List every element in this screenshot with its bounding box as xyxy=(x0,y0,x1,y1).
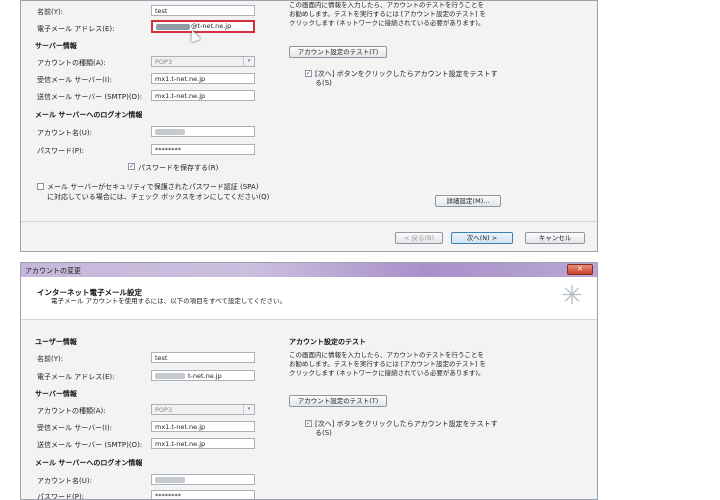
email-label: 電子メール アドレス(E): xyxy=(37,25,115,33)
divider xyxy=(21,221,597,222)
incoming-server-label: 受信メール サーバー(I): xyxy=(37,424,113,432)
test-description-line1: この画面内に情報を入力したら、アカウントのテストを行うことを xyxy=(289,1,484,9)
spa-label-line1: メール サーバーがセキュリティで保護されたパスワード認証 (SPA) xyxy=(47,183,259,191)
incoming-server-label: 受信メール サーバー(I): xyxy=(37,76,113,84)
incoming-server-input[interactable]: mx1.t-net.ne.jp xyxy=(151,73,255,84)
account-type-label: アカウントの種類(A): xyxy=(37,407,106,415)
name-input[interactable]: test xyxy=(151,352,255,363)
account-name-label: アカウント名(U): xyxy=(37,129,92,137)
account-type-value: POP3 xyxy=(155,58,173,66)
cancel-button[interactable]: キャンセル xyxy=(525,232,585,244)
password-label: パスワード(P): xyxy=(37,493,85,500)
account-type-select: POP3 ▾ xyxy=(151,404,255,415)
test-description-line3: クリックします (ネットワークに接続されている必要があります)。 xyxy=(289,369,485,377)
close-button[interactable]: ✕ xyxy=(567,264,593,275)
email-input-highlighted[interactable]: @t-net.ne.jp xyxy=(151,20,255,33)
outgoing-server-input[interactable]: mx1.t-net.ne.jp xyxy=(151,438,255,449)
test-description-line1: この画面内に情報を入力したら、アカウントのテストを行うことを xyxy=(289,351,484,359)
account-name-input[interactable] xyxy=(151,126,255,137)
test-on-next-checkbox[interactable]: ✓ xyxy=(305,70,312,77)
test-description-line3: クリックします (ネットワークに接続されている必要があります)。 xyxy=(289,19,485,27)
incoming-server-input[interactable]: mx1.t-net.ne.jp xyxy=(151,421,255,432)
test-on-next-checkbox[interactable]: ✓ xyxy=(305,420,312,427)
email-label: 電子メール アドレス(E): xyxy=(37,373,115,381)
test-on-next-label-line2: る(S) xyxy=(315,79,332,87)
test-on-next-label-line1: [次へ] ボタンをクリックしたらアカウント設定をテストす xyxy=(315,70,498,78)
wizard-icon: ✳ xyxy=(561,281,583,311)
test-description-line2: お勧めします。テストを実行するには [アカウント設定のテスト] を xyxy=(289,10,487,18)
password-input[interactable]: ******** xyxy=(151,144,255,155)
more-settings-button[interactable]: 詳細設定(M)... xyxy=(435,195,501,207)
test-on-next-label-line1: [次へ] ボタンをクリックしたらアカウント設定をテストす xyxy=(315,420,498,428)
name-label: 名前(Y): xyxy=(37,8,64,16)
chevron-down-icon: ▾ xyxy=(243,57,254,66)
back-button[interactable]: < 戻る(B) xyxy=(395,232,443,244)
next-button[interactable]: 次へ(N) > xyxy=(451,232,513,244)
test-settings-heading: アカウント設定のテスト xyxy=(289,338,366,346)
password-input[interactable]: ******** xyxy=(151,490,255,499)
redacted-text xyxy=(155,477,185,483)
name-input[interactable]: test xyxy=(151,5,255,16)
account-settings-window-upper: 名前(Y): test 電子メール アドレス(E): @t-net.ne.jp … xyxy=(20,0,598,252)
user-info-heading: ユーザー情報 xyxy=(35,338,77,346)
redacted-text xyxy=(155,373,185,379)
save-password-label: パスワードを保存する(R) xyxy=(138,164,219,172)
account-name-input[interactable] xyxy=(151,474,255,485)
password-label: パスワード(P): xyxy=(37,147,85,155)
chevron-down-icon: ▾ xyxy=(243,405,254,414)
test-on-next-label-line2: る(S) xyxy=(315,429,332,437)
redacted-text xyxy=(156,24,190,30)
spa-checkbox[interactable] xyxy=(37,183,44,190)
outgoing-server-label: 送信メール サーバー (SMTP)(O): xyxy=(37,93,143,101)
save-password-checkbox[interactable]: ✓ xyxy=(128,163,135,170)
header-subtitle: 電子メール アカウントを使用するには、以下の項目をすべて設定してください。 xyxy=(51,297,286,305)
server-info-heading: サーバー情報 xyxy=(35,42,77,50)
wizard-header: インターネット電子メール設定 電子メール アカウントを使用するには、以下の項目を… xyxy=(21,277,597,320)
account-type-value: POP3 xyxy=(155,406,173,414)
logon-info-heading: メール サーバーへのログオン情報 xyxy=(35,459,143,467)
window-titlebar[interactable]: アカウントの変更 ✕ xyxy=(21,263,597,278)
test-description-line2: お勧めします。テストを実行するには [アカウント設定のテスト] を xyxy=(289,360,487,368)
email-domain: t-net.ne.jp xyxy=(188,372,222,380)
outgoing-server-label: 送信メール サーバー (SMTP)(O): xyxy=(37,441,143,449)
account-type-label: アカウントの種類(A): xyxy=(37,59,106,67)
outgoing-server-input[interactable]: mx1.t-net.ne.jp xyxy=(151,90,255,101)
logon-info-heading: メール サーバーへのログオン情報 xyxy=(35,111,143,119)
window-title: アカウントの変更 xyxy=(25,267,81,275)
spa-label-line2: に対応している場合には、チェック ボックスをオンにしてください(Q) xyxy=(47,193,270,201)
account-name-label: アカウント名(U): xyxy=(37,477,92,485)
server-info-heading: サーバー情報 xyxy=(35,390,77,398)
test-account-settings-button[interactable]: アカウント設定のテスト(T) xyxy=(289,395,387,407)
email-input[interactable]: t-net.ne.jp xyxy=(151,370,255,381)
account-settings-window-lower: アカウントの変更 ✕ インターネット電子メール設定 電子メール アカウントを使用… xyxy=(20,262,598,500)
redacted-text xyxy=(155,129,185,135)
name-label: 名前(Y): xyxy=(37,355,64,363)
test-account-settings-button[interactable]: アカウント設定のテスト(T) xyxy=(289,46,387,58)
account-type-select: POP3 ▾ xyxy=(151,56,255,67)
